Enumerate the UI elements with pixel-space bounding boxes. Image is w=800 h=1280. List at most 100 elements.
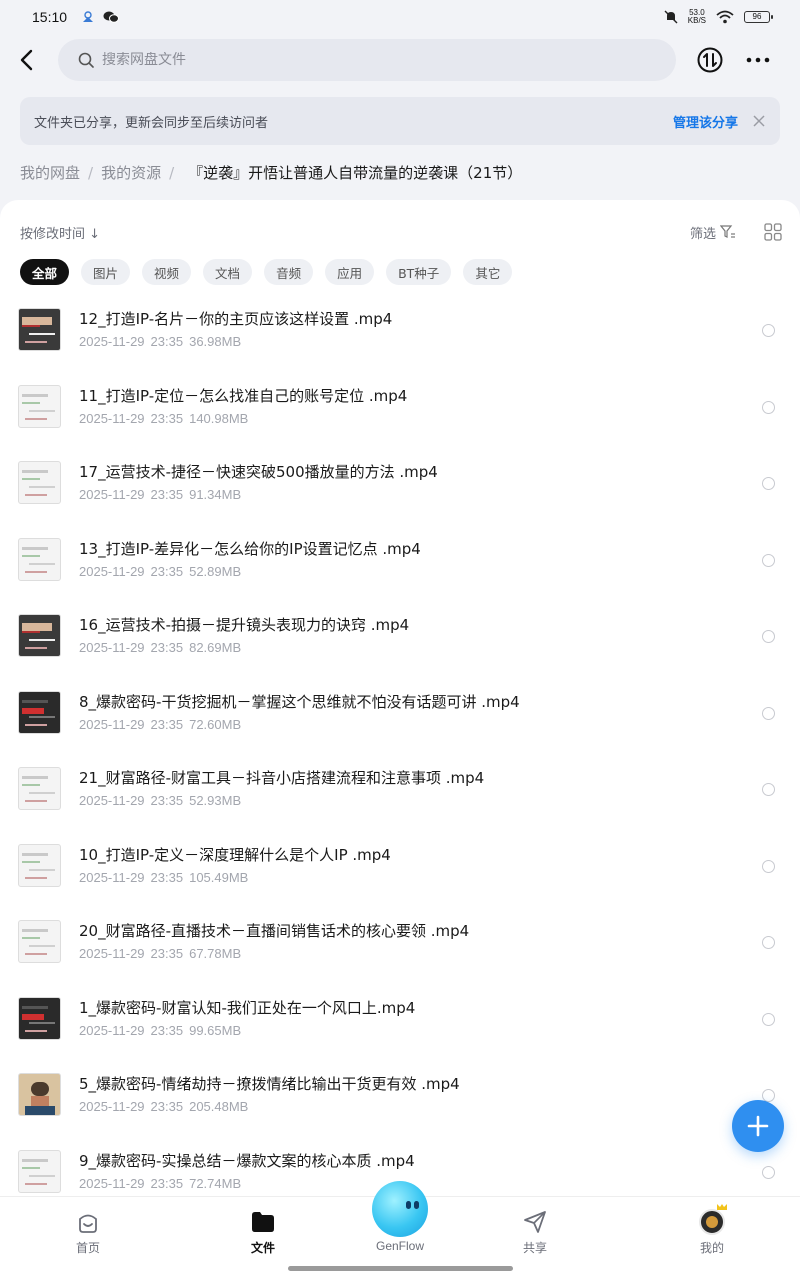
select-radio[interactable] xyxy=(762,859,775,873)
wifi-icon xyxy=(716,10,734,24)
file-meta: 2025-11-29 23:35 82.69MB xyxy=(79,640,241,655)
share-notice-text: 文件夹已分享，更新会同步至后续访问者 xyxy=(34,115,269,131)
video-thumbnail xyxy=(18,767,61,810)
video-thumbnail xyxy=(18,843,61,887)
file-name: 8_爆款密码-干货挖掘机－掌握这个思维就不怕没有话题可讲 .mp4 xyxy=(79,692,520,711)
folder-icon xyxy=(252,1212,274,1232)
tab-home[interactable]: 首页 xyxy=(48,1209,128,1256)
app-notification-icon xyxy=(83,11,94,22)
chip-apps[interactable]: 应用 xyxy=(325,259,375,285)
video-thumbnail xyxy=(18,384,61,428)
chip-others[interactable]: 其它 xyxy=(463,259,513,285)
file-date: 2025-11-29 xyxy=(79,487,145,502)
tab-files-label: 文件 xyxy=(250,1241,275,1255)
file-meta: 2025-11-29 23:35 72.60MB xyxy=(79,717,241,732)
file-time: 23:35 xyxy=(150,869,184,885)
file-size: 91.34MB xyxy=(189,487,242,502)
file-list: 12_打造IP-名片－你的主页应该这样设置 .mp4 2025-11-29 23:3… xyxy=(0,296,800,1214)
filter-label: 筛选 xyxy=(689,226,716,242)
breadcrumb-item-my-drive[interactable]: 我的网盘 xyxy=(20,162,80,183)
breadcrumb-item-my-resources[interactable]: 我的资源 xyxy=(101,162,161,183)
file-time: 23:35 xyxy=(150,946,184,961)
share-notice-banner: 文件夹已分享，更新会同步至后续访问者 管理该分享 xyxy=(20,97,780,145)
file-row[interactable]: 20_财富路径-直播技术－直播间销售话术的核心要领 .mp4 2025-11-29… xyxy=(0,908,800,985)
file-time: 23:35 xyxy=(150,1099,184,1114)
select-radio[interactable] xyxy=(762,1012,775,1026)
file-date: 2025-11-29 xyxy=(79,410,145,426)
file-row[interactable]: 5_爆款密码-情绪劫持－撩拨情绪比输出干货更有效 .mp4 2025-11-29 2… xyxy=(0,1061,800,1138)
file-list-panel: 按修改时间 ↓ 筛选 全部 图片 视频 文档 音频 应用 BT种子 其它 12_… xyxy=(0,200,800,1200)
back-arrow-icon[interactable] xyxy=(14,46,42,74)
file-row[interactable]: 12_打造IP-名片－你的主页应该这样设置 .mp4 2025-11-29 23:3… xyxy=(0,296,800,373)
file-row[interactable]: 1_爆款密码-财富认知-我们正处在一个风口上.mp4 2025-11-29 23:3… xyxy=(0,985,800,1062)
file-type-filter-chips: 全部 图片 视频 文档 音频 应用 BT种子 其它 xyxy=(20,259,513,285)
select-radio[interactable] xyxy=(762,936,775,949)
select-radio[interactable] xyxy=(762,783,775,796)
tab-share-label: 共享 xyxy=(522,1241,547,1255)
file-meta: 2025-11-29 23:35 205.48MB xyxy=(79,1099,248,1114)
file-size: 67.78MB xyxy=(189,946,242,961)
close-icon[interactable] xyxy=(752,114,766,128)
select-radio[interactable] xyxy=(762,400,775,414)
file-time: 23:35 xyxy=(150,1175,184,1191)
select-radio[interactable] xyxy=(762,477,775,490)
plus-icon xyxy=(747,1115,769,1137)
chip-bt-torrents[interactable]: BT种子 xyxy=(386,259,452,285)
chip-images[interactable]: 图片 xyxy=(81,259,131,285)
file-size: 140.98MB xyxy=(189,410,249,426)
file-date: 2025-11-29 xyxy=(79,716,145,732)
filter-icon xyxy=(720,225,735,238)
file-time: 23:35 xyxy=(150,1022,184,1038)
search-input[interactable] xyxy=(102,52,622,68)
grid-view-icon[interactable] xyxy=(764,223,782,241)
chip-audio[interactable]: 音频 xyxy=(264,259,314,285)
tab-genflow-label[interactable]: GenFlow xyxy=(360,1239,440,1253)
tab-mine[interactable]: 我的 xyxy=(672,1204,752,1256)
video-thumbnail xyxy=(18,461,61,504)
file-row[interactable]: 16_运营技术-拍摄－提升镜头表现力的诀窍 .mp4 2025-11-29 23:3… xyxy=(0,602,800,679)
filter-button[interactable]: 筛选 xyxy=(690,223,736,242)
select-radio[interactable] xyxy=(762,324,775,337)
chip-all[interactable]: 全部 xyxy=(20,259,70,285)
paper-plane-icon xyxy=(524,1211,546,1233)
select-radio[interactable] xyxy=(762,630,775,643)
file-row[interactable]: 10_打造IP-定义－深度理解什么是个人IP .mp4 2025-11-29 23:… xyxy=(0,832,800,909)
file-size: 72.60MB xyxy=(189,716,242,732)
file-date: 2025-11-29 xyxy=(79,334,145,349)
add-button[interactable] xyxy=(732,1100,784,1152)
file-size: 105.49MB xyxy=(189,869,249,885)
mascot-eye xyxy=(406,1201,411,1209)
file-row[interactable]: 17_运营技术-捷径－快速突破500播放量的方法 .mp4 2025-11-29 2… xyxy=(0,449,800,526)
more-options-icon[interactable] xyxy=(744,46,772,74)
search-bar[interactable] xyxy=(58,39,676,81)
status-bar: 15:10 53.0 KB/S 96 xyxy=(0,0,800,34)
file-name: 9_爆款密码-实操总结－爆款文案的核心本质 .mp4 xyxy=(79,1151,415,1170)
battery-indicator: 96 xyxy=(744,11,773,23)
file-row[interactable]: 21_财富路径-财富工具－抖音小店搭建流程和注意事项 .mp4 2025-11-2… xyxy=(0,755,800,832)
file-row[interactable]: 13_打造IP-差异化－怎么给你的IP设置记忆点 .mp4 2025-11-29 2… xyxy=(0,526,800,603)
file-time: 23:35 xyxy=(150,410,184,426)
select-radio[interactable] xyxy=(762,1165,775,1179)
file-size: 72.74MB xyxy=(189,1175,242,1191)
file-date: 2025-11-29 xyxy=(79,640,145,655)
file-date: 2025-11-29 xyxy=(79,793,145,808)
genflow-mascot-icon[interactable] xyxy=(372,1181,428,1237)
file-row[interactable]: 8_爆款密码-干货挖掘机－掌握这个思维就不怕没有话题可讲 .mp4 2025-11… xyxy=(0,679,800,756)
sort-by-modified-button[interactable]: 按修改时间 ↓ xyxy=(20,223,100,242)
chip-videos[interactable]: 视频 xyxy=(142,259,192,285)
crown-icon xyxy=(717,1204,727,1210)
video-thumbnail xyxy=(18,537,61,581)
tab-files[interactable]: 文件 xyxy=(223,1209,303,1256)
transfer-icon[interactable] xyxy=(696,46,724,74)
file-name: 13_打造IP-差异化－怎么给你的IP设置记忆点 .mp4 xyxy=(79,539,421,558)
file-row[interactable]: 11_打造IP-定位－怎么找准自己的账号定位 .mp4 2025-11-29 23:… xyxy=(0,373,800,450)
tab-share[interactable]: 共享 xyxy=(495,1209,575,1256)
network-speed: 53.0 KB/S xyxy=(687,8,706,25)
video-thumbnail xyxy=(18,614,61,657)
select-radio[interactable] xyxy=(762,553,775,567)
avatar xyxy=(699,1204,727,1235)
chip-documents[interactable]: 文档 xyxy=(203,259,253,285)
select-radio[interactable] xyxy=(762,706,775,720)
manage-share-link[interactable]: 管理该分享 xyxy=(673,112,738,131)
file-meta: 2025-11-29 23:35 67.78MB xyxy=(79,946,241,961)
